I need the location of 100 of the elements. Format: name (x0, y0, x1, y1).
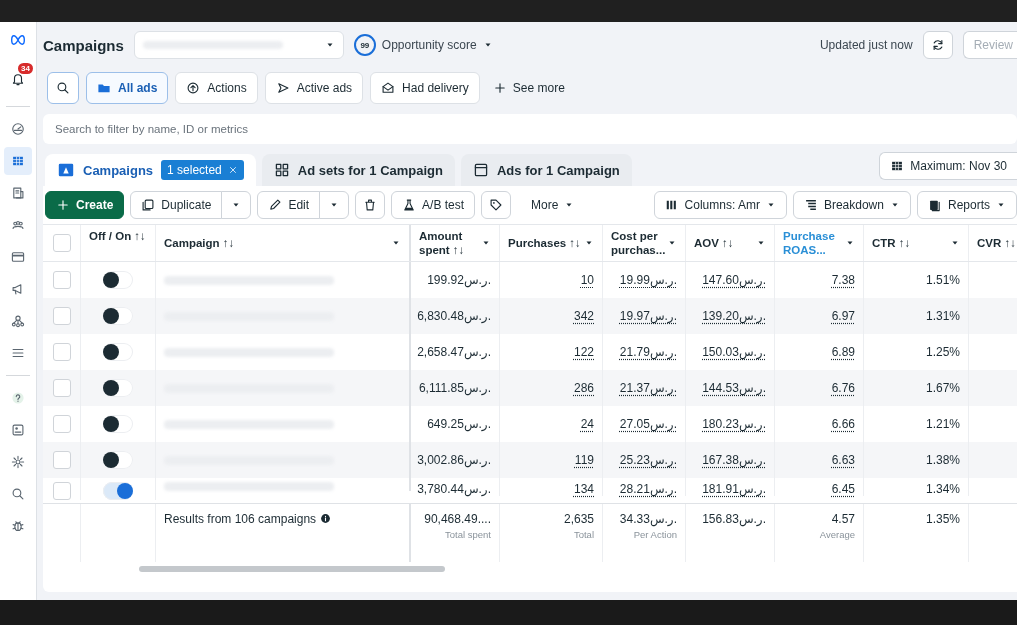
create-button[interactable]: Create (45, 191, 125, 219)
toggle-switch[interactable] (103, 451, 133, 469)
play-icon (275, 81, 290, 95)
filter-chip[interactable]: Had delivery (370, 72, 480, 104)
flag-folder-icon (57, 161, 75, 179)
toggle-switch[interactable] (103, 343, 133, 361)
table-cell: 1.25% (925, 345, 960, 359)
toggle-switch[interactable] (103, 482, 133, 500)
metric-link[interactable]: 24 (580, 417, 594, 431)
metric-link[interactable]: 21.37ر.س. (619, 381, 677, 395)
row-checkbox[interactable] (52, 271, 71, 289)
filter-chip[interactable]: All ads (86, 72, 169, 104)
column-header[interactable]: Purchase ROAS... (775, 225, 864, 261)
people-icon[interactable] (11, 218, 25, 232)
action-button[interactable]: Edit (257, 191, 321, 219)
icon-button[interactable] (355, 191, 386, 219)
row-checkbox[interactable] (52, 415, 71, 433)
table-cell: 1.51% (925, 273, 960, 287)
level-tab[interactable]: Campaigns 1 selected (45, 154, 256, 186)
refresh-button[interactable] (922, 31, 953, 59)
metric-link[interactable]: 342 (573, 309, 594, 323)
metric-link[interactable]: 28.21ر.س. (619, 482, 677, 496)
metric-link[interactable]: 6.76 (831, 381, 855, 395)
metric-link[interactable]: 6.89 (831, 345, 855, 359)
page-title: Campaigns (43, 36, 124, 54)
metric-link[interactable]: 122 (573, 345, 594, 359)
metric-link[interactable]: 6.63 (831, 453, 855, 467)
network-icon[interactable] (11, 314, 25, 328)
metric-link[interactable]: 119 (574, 453, 594, 467)
metric-link[interactable]: 21.79ر.س. (619, 345, 677, 359)
metric-link[interactable]: 150.03ر.س. (702, 345, 766, 359)
row-checkbox[interactable] (52, 343, 71, 361)
metric-link[interactable]: 6.45 (831, 482, 855, 496)
metric-link[interactable]: 181.91ر.س. (702, 482, 766, 496)
search-button[interactable] (47, 72, 79, 104)
metric-link[interactable]: 25.23ر.س. (619, 453, 677, 467)
search-field[interactable]: Search to filter by name, ID or metrics (43, 114, 1017, 144)
metric-link[interactable]: 6.66 (831, 417, 855, 431)
metric-link[interactable]: 180.23ر.س. (702, 417, 766, 431)
action-button[interactable]: Duplicate (130, 191, 223, 219)
column-header[interactable]: Cost per purchas... (603, 225, 686, 261)
see-more-button[interactable]: See more (486, 81, 571, 95)
metric-link[interactable]: 144.53ر.س. (702, 381, 766, 395)
row-checkbox[interactable] (52, 482, 71, 500)
metric-link[interactable]: 167.38ر.س. (702, 453, 766, 467)
metric-link[interactable]: 139.20ر.س. (702, 309, 766, 323)
total-value: 1.35% (925, 512, 960, 526)
tag-icon (489, 198, 504, 212)
plus-icon (56, 198, 70, 212)
toggle-switch[interactable] (103, 415, 133, 433)
table-cell: 1.67% (925, 381, 960, 395)
metric-link[interactable]: 19.97ر.س. (619, 309, 677, 323)
column-header[interactable]: CTR ↑↓ (864, 225, 969, 261)
document-icon[interactable] (11, 186, 25, 200)
column-header[interactable]: Off / On ↑↓ (81, 225, 156, 261)
dropdown-button[interactable]: Reports (916, 191, 1017, 219)
settings-icon[interactable] (11, 455, 25, 469)
date-range-button[interactable]: Maximum: Nov 30 (879, 152, 1017, 180)
column-header[interactable]: Amount spent ↑↓ (411, 225, 500, 261)
dropdown-button[interactable]: Columns: Amr (653, 191, 787, 219)
metric-link[interactable]: 10 (580, 273, 594, 287)
metric-link[interactable]: 6.97 (831, 309, 855, 323)
metric-link[interactable]: 147.60ر.س. (702, 273, 766, 287)
toggle-switch[interactable] (103, 379, 133, 397)
metric-link[interactable]: 286 (573, 381, 594, 395)
select-all-checkbox[interactable] (52, 234, 71, 252)
icon-button[interactable] (481, 191, 512, 219)
row-checkbox[interactable] (52, 451, 71, 469)
level-tab[interactable]: Ads for 1 Campaign (461, 154, 632, 186)
column-header[interactable]: AOV ↑↓ (686, 225, 775, 261)
table-icon[interactable] (11, 154, 25, 168)
toggle-switch[interactable] (103, 307, 133, 325)
opportunity-score-link[interactable]: Opportunity score (381, 38, 477, 52)
scrollbar-thumb[interactable] (139, 566, 445, 572)
search-icon[interactable] (11, 487, 25, 501)
filter-chip[interactable]: Active ads (264, 72, 364, 104)
action-button[interactable]: A/B test (391, 191, 476, 219)
metric-link[interactable]: 19.99ر.س. (619, 273, 677, 287)
help-icon[interactable] (11, 391, 25, 405)
contact-icon[interactable] (11, 423, 25, 437)
row-checkbox[interactable] (52, 379, 71, 397)
bug-icon[interactable] (11, 519, 25, 533)
column-header[interactable]: Purchases ↑↓ (500, 225, 603, 261)
metric-link[interactable]: 27.05ر.س. (619, 417, 677, 431)
metric-link[interactable]: 7.38 (831, 273, 855, 287)
total-label: Per Action (633, 529, 677, 540)
menu-icon[interactable] (11, 346, 25, 360)
selection-badge[interactable]: 1 selected (161, 160, 244, 180)
dropdown-button[interactable]: Breakdown (792, 191, 911, 219)
metric-link[interactable]: 134 (573, 482, 594, 496)
filter-chip[interactable]: Actions (175, 72, 258, 104)
column-header[interactable]: CVR ↑↓ (969, 225, 1017, 261)
gauge-icon[interactable] (11, 122, 25, 136)
column-header[interactable]: Campaign ↑↓ (156, 225, 411, 261)
card-icon[interactable] (11, 250, 25, 264)
toggle-switch[interactable] (103, 271, 133, 289)
total-label: Total (573, 529, 594, 540)
row-checkbox[interactable] (52, 307, 71, 325)
level-tab[interactable]: Ad sets for 1 Campaign (261, 154, 455, 186)
infinity-logo-icon (11, 33, 25, 47)
